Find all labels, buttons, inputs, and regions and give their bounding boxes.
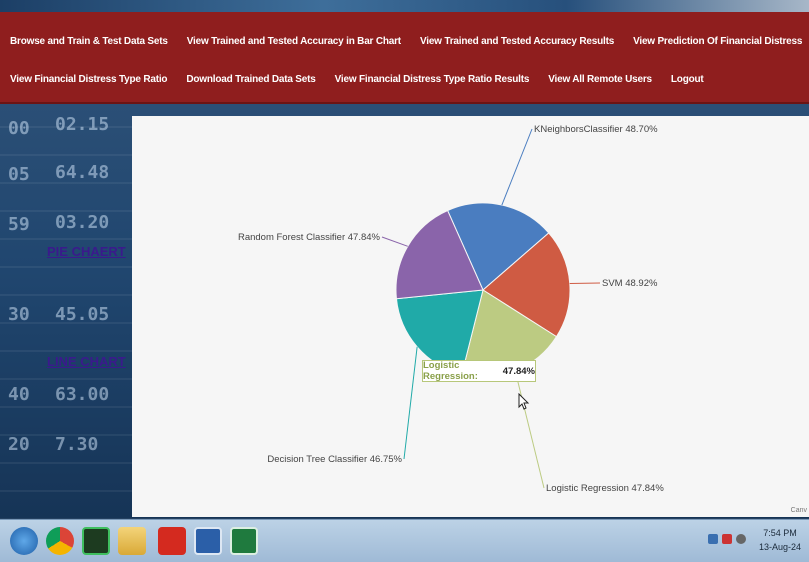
volume-icon[interactable] (736, 534, 746, 544)
pie-label: Random Forest Classifier 47.84% (238, 232, 381, 243)
pie-leader-line (569, 282, 601, 285)
pie-leader-line (501, 128, 533, 206)
pie-label: SVM 48.92% (602, 278, 658, 289)
tray-icon-1[interactable] (708, 534, 718, 544)
pie-label: Logistic Regression 47.84% (546, 483, 664, 494)
file-explorer-icon[interactable] (118, 527, 146, 555)
pie-label: KNeighborsClassifier 48.70% (534, 124, 658, 135)
system-clock[interactable]: 7:54 PM 13-Aug-24 (759, 526, 801, 554)
nav-distress-ratio-results[interactable]: View Financial Distress Type Ratio Resul… (335, 74, 530, 85)
nav-row-1: Browse and Train & Test Data Sets View T… (10, 36, 809, 47)
nav-distress-type-ratio[interactable]: View Financial Distress Type Ratio (10, 74, 168, 85)
chart-tooltip: Logistic Regression: 47.84% (422, 360, 536, 382)
chrome-icon[interactable] (46, 527, 74, 555)
pie-leader-line (514, 370, 545, 489)
nav-accuracy-bar-chart[interactable]: View Trained and Tested Accuracy in Bar … (187, 36, 401, 47)
app-window-icon[interactable] (194, 527, 222, 555)
windows-start-icon[interactable] (10, 527, 38, 555)
pie-leader-line (381, 236, 408, 247)
tooltip-value: 47.84% (502, 365, 535, 377)
browser-top-edge (0, 0, 809, 12)
clock-date: 13-Aug-24 (758, 542, 801, 552)
nav-accuracy-results[interactable]: View Trained and Tested Accuracy Results (420, 36, 614, 47)
nav-browse-train-test[interactable]: Browse and Train & Test Data Sets (10, 36, 168, 47)
pie-chart-link[interactable]: PIE CHAERT (47, 244, 126, 259)
windows-taskbar: 7:54 PM 13-Aug-24 (0, 519, 809, 562)
nav-remote-users[interactable]: View All Remote Users (548, 74, 652, 85)
pycharm-icon[interactable] (82, 527, 110, 555)
excel-icon[interactable] (230, 527, 258, 555)
nav-row-2: View Financial Distress Type Ratio Downl… (10, 74, 723, 85)
mouse-cursor-icon (518, 393, 530, 410)
nav-prediction-financial-distress[interactable]: View Prediction Of Financial Distress (633, 36, 802, 47)
pie-leader-line (403, 346, 418, 460)
chart-credit[interactable]: Canv (791, 507, 807, 514)
pie-label: Decision Tree Classifier 46.75% (267, 454, 402, 465)
pie-chart-canvas: KNeighborsClassifier 48.70% SVM 48.92% Log… (132, 116, 809, 517)
tray-icon-2[interactable] (722, 534, 732, 544)
main-navigation: Browse and Train & Test Data Sets View T… (0, 12, 809, 104)
clock-time: 7:54 PM (763, 528, 797, 538)
pie-chart-svg: KNeighborsClassifier 48.70% SVM 48.92% Log… (238, 124, 664, 494)
nav-logout[interactable]: Logout (671, 74, 704, 85)
nav-download-datasets[interactable]: Download Trained Data Sets (186, 74, 315, 85)
side-links: PIE CHAERT LINE CHART (0, 104, 130, 520)
pdf-reader-icon[interactable] (158, 527, 186, 555)
tooltip-name: Logistic Regression: (423, 360, 478, 382)
line-chart-link[interactable]: LINE CHART (47, 354, 126, 369)
